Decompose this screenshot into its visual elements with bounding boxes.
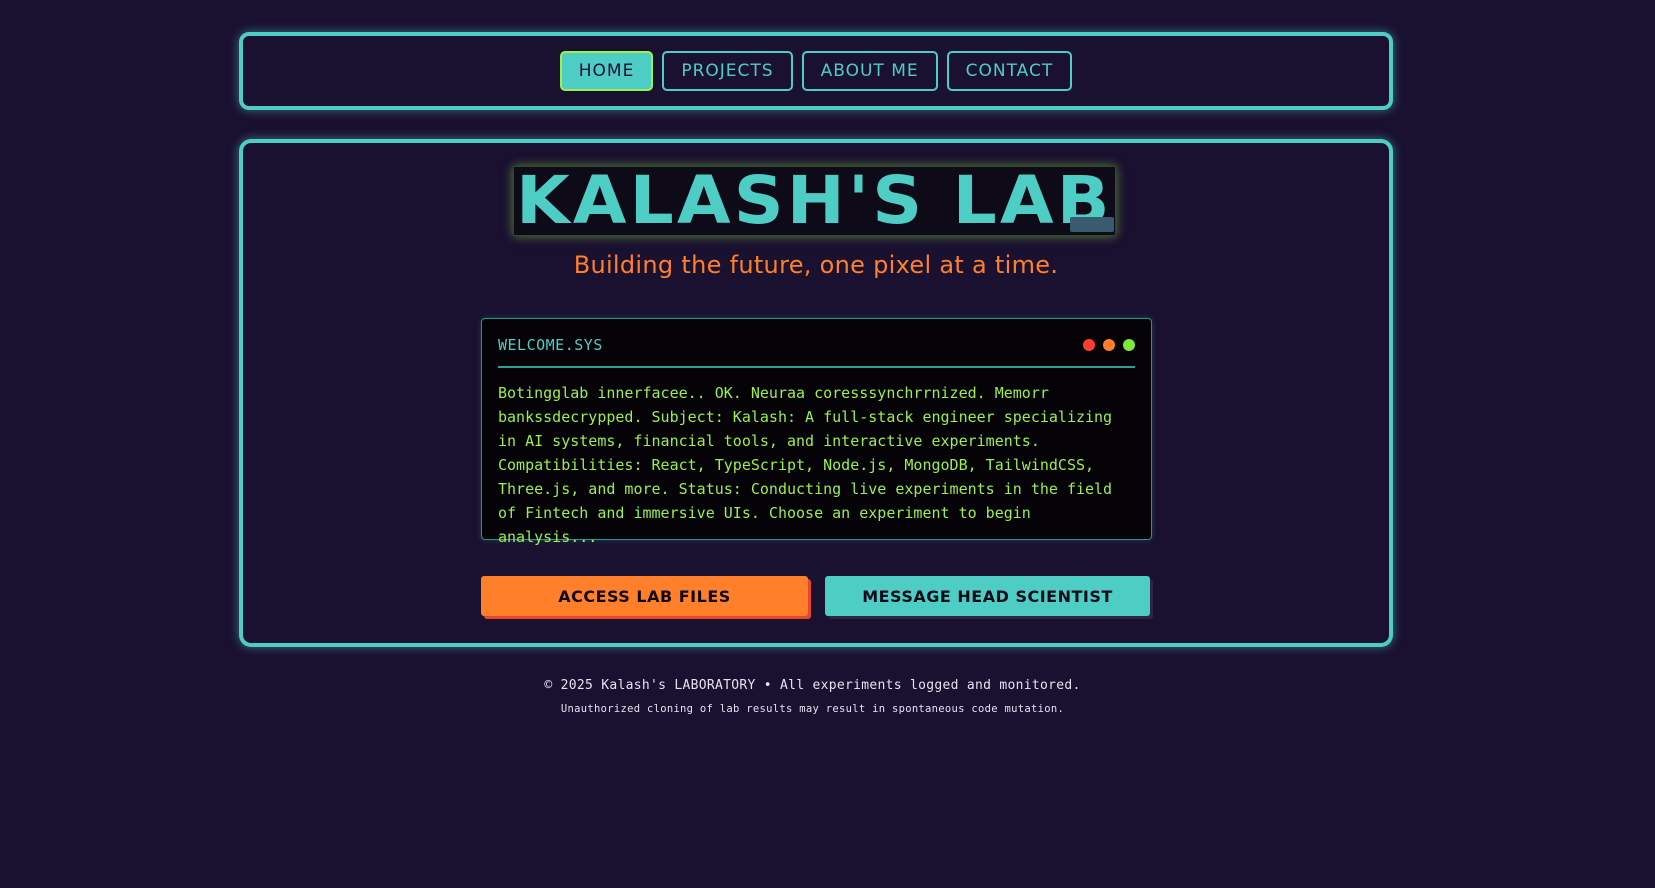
access-lab-files-button[interactable]: ACCESS LAB FILES bbox=[481, 576, 808, 616]
blinking-cursor bbox=[1070, 217, 1114, 232]
green-dot-icon bbox=[1123, 339, 1135, 351]
nav-home-button[interactable]: HOME bbox=[559, 51, 654, 91]
title-box: KALASH'S LAB bbox=[513, 166, 1116, 236]
terminal-body-text: Botingglab innerfacee.. OK. Neuraa cores… bbox=[498, 384, 1113, 546]
hero-panel: KALASH'S LAB Building the future, one pi… bbox=[239, 139, 1393, 647]
page: HOME PROJECTS ABOUT ME CONTACT KALASH'S … bbox=[0, 0, 1655, 888]
terminal-header: WELCOME.SYS bbox=[498, 336, 1135, 368]
red-dot-icon bbox=[1083, 339, 1095, 351]
welcome-terminal: WELCOME.SYS Botingglab innerfacee.. OK. … bbox=[481, 318, 1152, 546]
terminal-title: WELCOME.SYS bbox=[498, 336, 603, 354]
nav-contact-button[interactable]: CONTACT bbox=[946, 51, 1073, 91]
tagline: Building the future, one pixel at a time… bbox=[573, 251, 1059, 279]
orange-dot-icon bbox=[1103, 339, 1115, 351]
window-dots bbox=[1083, 339, 1135, 351]
footer-copyright: © 2025 Kalash's LABORATORY • All experim… bbox=[544, 678, 1081, 693]
message-head-scientist-button[interactable]: MESSAGE HEAD SCIENTIST bbox=[825, 576, 1150, 616]
nav-projects-button[interactable]: PROJECTS bbox=[662, 51, 793, 91]
page-title: KALASH'S LAB bbox=[516, 166, 1113, 236]
top-nav: HOME PROJECTS ABOUT ME CONTACT bbox=[239, 32, 1393, 110]
nav-about-me-button[interactable]: ABOUT ME bbox=[801, 51, 938, 91]
footer-notice: Unauthorized cloning of lab results may … bbox=[560, 703, 1065, 715]
